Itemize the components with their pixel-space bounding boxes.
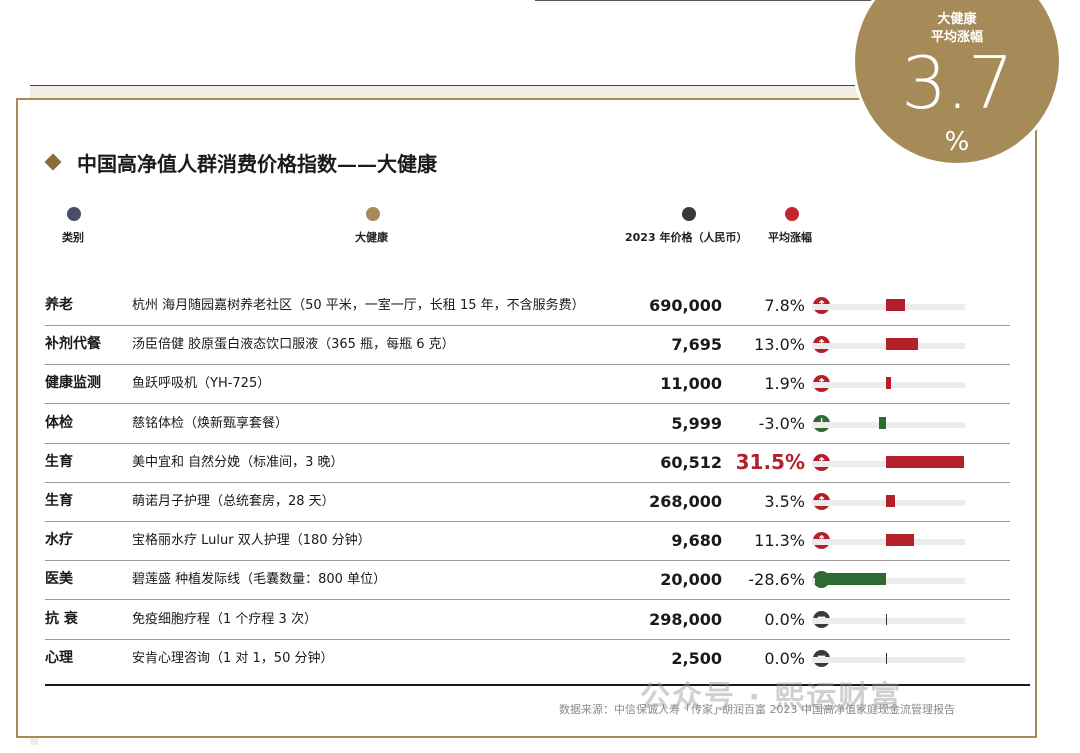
page-title: 中国高净值人群消费价格指数——大健康 xyxy=(77,152,437,176)
row-change: 11.3% xyxy=(754,531,805,551)
row-item: 免疫细胞疗程（1 个疗程 3 次） xyxy=(132,611,317,627)
row-item: 安肯心理咨询（1 对 1，50 分钟） xyxy=(132,650,334,666)
change-bar xyxy=(878,416,887,429)
bar-track xyxy=(812,421,965,428)
zero-mark xyxy=(886,613,888,625)
row-category: 体检 xyxy=(45,414,73,431)
row-change: -3.0% xyxy=(758,413,805,433)
row-price: 60,512 xyxy=(660,452,722,472)
legend-dot-change xyxy=(785,207,799,221)
table-row: 健康监测鱼跃呼吸机（YH-725）11,0001.9%↑ xyxy=(45,364,1010,405)
row-category: 医美 xyxy=(45,571,73,588)
table-row: 医美碧莲盛 种植发际线（毛囊数量：800 单位）20,000-28.6%↓ xyxy=(45,560,1010,601)
row-item: 萌诺月子护理（总统套房，28 天） xyxy=(132,494,335,509)
legend-dot-category xyxy=(67,207,81,221)
row-item: 杭州 海月随园嘉树养老社区（50 平米，一室一厅，长租 15 年，不含服务费） xyxy=(132,298,585,313)
table-row: 抗 衰免疫细胞疗程（1 个疗程 3 次）298,0000.0%= xyxy=(45,600,1010,640)
row-change: 1.9% xyxy=(764,374,805,394)
header-rule xyxy=(30,85,860,86)
top-fragment xyxy=(20,0,450,4)
change-bar xyxy=(886,299,906,311)
row-change: 13.0% xyxy=(754,335,805,355)
row-category: 水疗 xyxy=(45,532,73,549)
legend-label-health: 大健康 xyxy=(355,231,388,244)
legend-dot-health xyxy=(366,207,380,221)
row-price: 5,999 xyxy=(671,413,722,433)
badge-unit: % xyxy=(944,127,970,157)
row-price: 268,000 xyxy=(649,492,722,511)
bar-track xyxy=(812,617,965,624)
row-change: 7.8% xyxy=(764,296,805,315)
average-change-badge: 大健康 平均涨幅 3.7 % xyxy=(852,0,1062,166)
badge-label-line1: 大健康 xyxy=(937,12,977,27)
row-price: 7,695 xyxy=(671,335,722,355)
row-item: 宝格丽水疗 Lulur 双人护理（180 分钟） xyxy=(132,533,371,549)
row-category: 养老 xyxy=(45,297,73,313)
change-bar xyxy=(815,573,887,586)
row-price: 20,000 xyxy=(660,570,722,590)
table-row: 生育美中宜和 自然分娩（标准间，3 晚）60,51231.5%↑ xyxy=(45,443,1010,483)
change-bar xyxy=(886,455,964,468)
row-category: 心理 xyxy=(45,649,73,666)
row-category: 生育 xyxy=(45,493,73,509)
row-change: 3.5% xyxy=(764,492,805,511)
legend-label-change: 平均涨幅 xyxy=(768,231,812,244)
change-bar xyxy=(886,495,895,507)
row-price: 690,000 xyxy=(649,296,722,315)
table-row: 养老 杭州 海月随园嘉树养老社区（50 平米，一室一厅，长租 15 年，不含服务费… xyxy=(45,286,1010,326)
change-bar xyxy=(886,534,914,547)
row-category: 生育 xyxy=(45,453,73,470)
row-item: 慈铭体检（焕新甄享套餐） xyxy=(132,415,289,431)
row-price: 9,680 xyxy=(671,531,722,551)
row-change: -28.6% xyxy=(748,570,805,590)
change-bar xyxy=(886,377,891,390)
row-category: 补剂代餐 xyxy=(45,336,101,353)
legend-label-price: 2023 年价格（人民币） xyxy=(625,231,748,244)
legend-label-category: 类别 xyxy=(62,231,84,244)
zero-mark xyxy=(886,652,888,664)
row-item: 鱼跃呼吸机（YH-725） xyxy=(132,376,271,392)
row-item: 美中宜和 自然分娩（标准间，3 晚） xyxy=(132,454,344,470)
row-change: 0.0% xyxy=(764,609,805,629)
watermark: 公众号 · 熙运财富 xyxy=(640,680,903,715)
row-price: 298,000 xyxy=(649,609,722,629)
change-bar xyxy=(886,338,919,351)
table-row: 补剂代餐 汤臣倍健 胶原蛋白液态饮口服液（365 瓶，每瓶 6 克） 7,695 13… xyxy=(45,325,1010,366)
row-category: 抗 衰 xyxy=(45,610,78,627)
table-row: 体检慈铭体检（焕新甄享套餐）5,999-3.0%↓ xyxy=(45,404,1010,444)
row-item: 碧莲盛 种植发际线（毛囊数量：800 单位） xyxy=(132,572,387,588)
row-item: 汤臣倍健 胶原蛋白液态饮口服液（365 瓶，每瓶 6 克） xyxy=(132,337,455,353)
row-change: 31.5% xyxy=(735,449,805,474)
bar-track xyxy=(812,656,965,663)
table-row: 生育萌诺月子护理（总统套房，28 天）268,0003.5%↑ xyxy=(45,482,1010,522)
badge-value: 3.7 xyxy=(901,41,1014,125)
legend-dot-price xyxy=(682,207,696,221)
row-price: 11,000 xyxy=(660,374,722,394)
table-row: 水疗宝格丽水疗 Lulur 双人护理（180 分钟）9,68011.3%↑ xyxy=(45,521,1010,562)
row-category: 健康监测 xyxy=(45,375,101,392)
